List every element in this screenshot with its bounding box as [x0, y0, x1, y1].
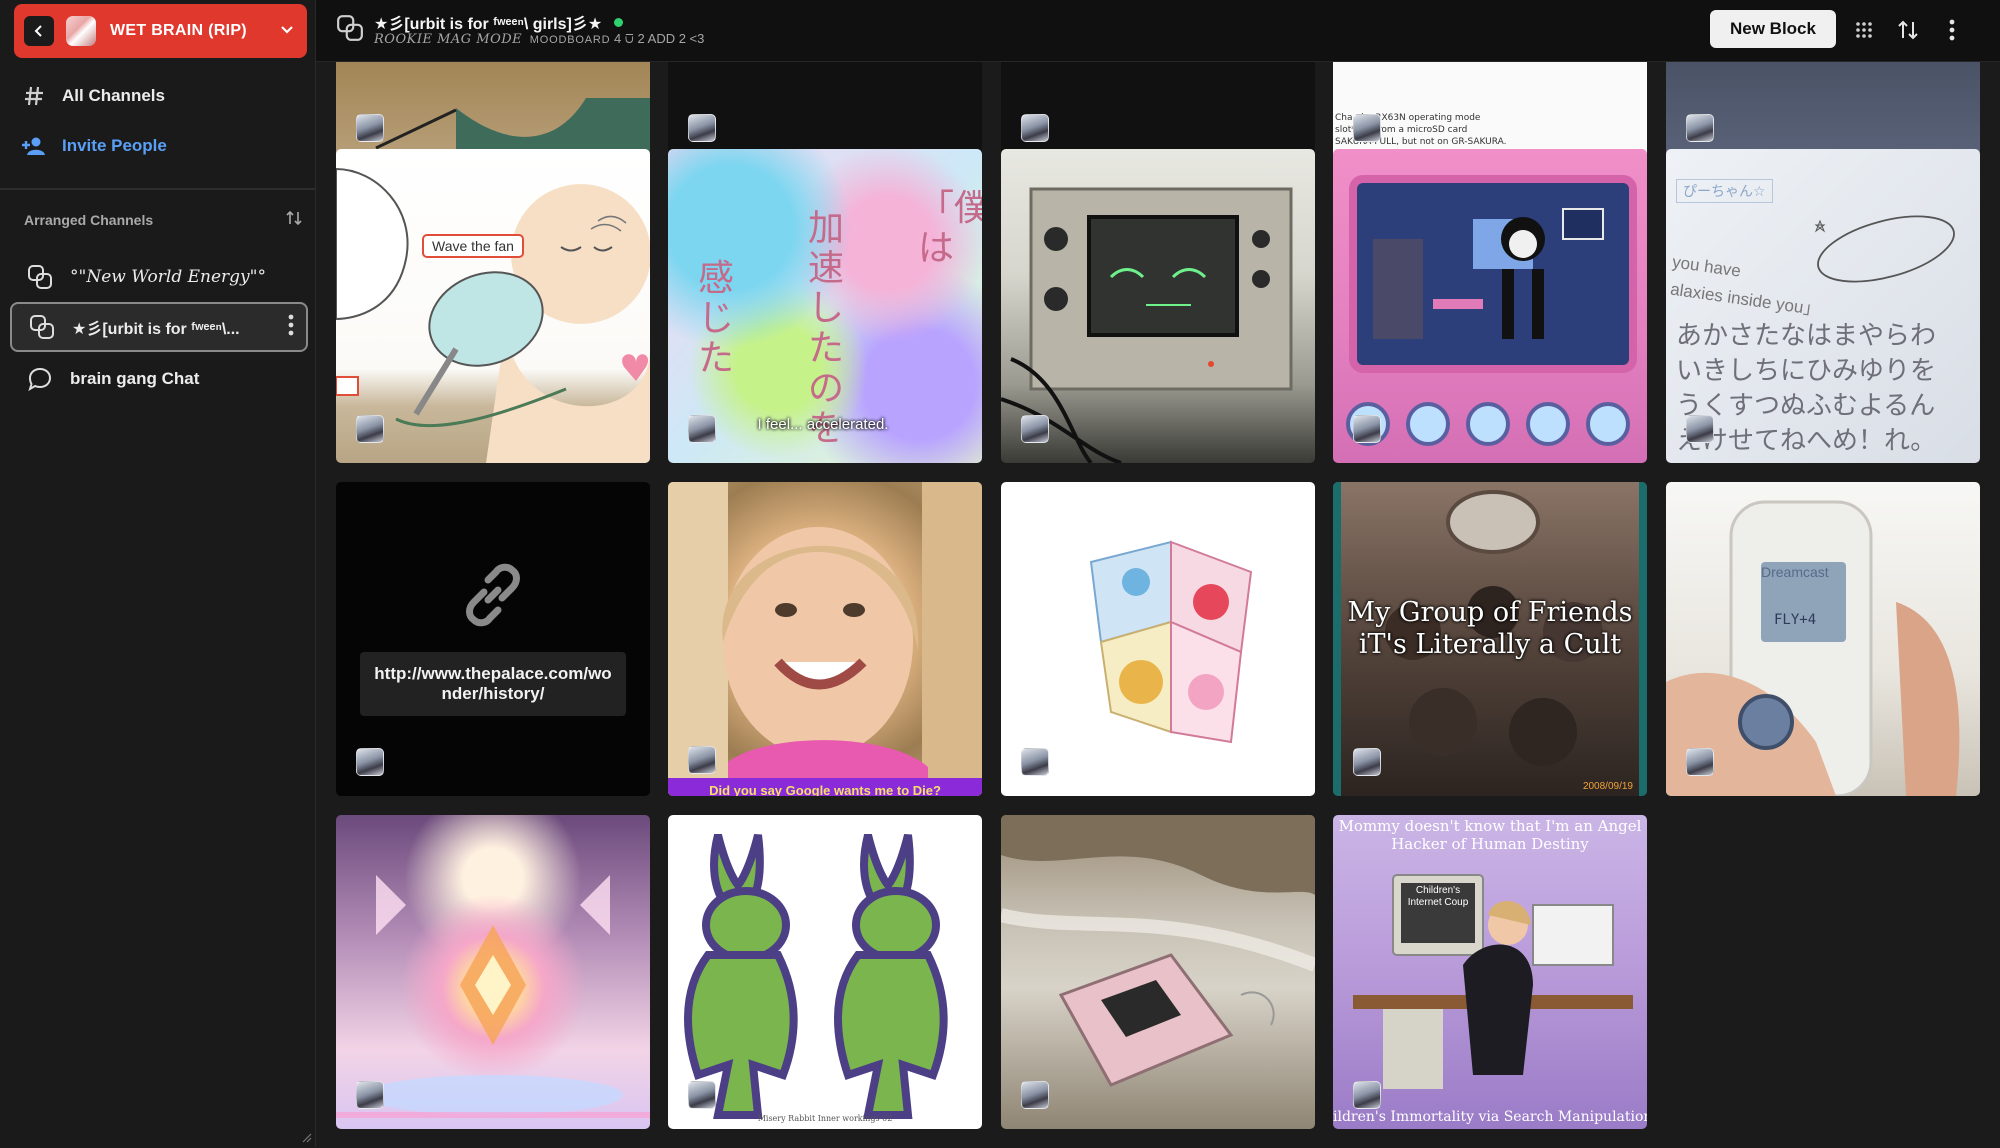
channel-header: ★彡[urbit is for ᶠʷᵉᵉⁿ\ girls]彡★ ROOKIE M… [316, 0, 2000, 62]
author-avatar [688, 746, 716, 774]
author-avatar [356, 748, 384, 776]
channel-icon [26, 263, 54, 291]
image-caption: Misery Rabbit Inner workings 02 [757, 1114, 893, 1123]
author-avatar [1021, 114, 1049, 142]
jp-vertical-text: 感じた [698, 258, 735, 379]
channel-subtitle: ROOKIE MAG MODE MOODBOARD 4 ⩂ 2 ADD 2 <3 [374, 31, 704, 47]
cult-date: 2008/09/19 [1582, 781, 1633, 792]
block-image-oscilloscope[interactable] [1001, 149, 1315, 463]
all-channels-label: All Channels [62, 86, 165, 105]
author-avatar [1353, 114, 1381, 142]
channel-label: ★彡[urbit is for ᶠʷᵉᵉⁿ\... [72, 321, 240, 338]
author-avatar [688, 114, 716, 142]
add-user-icon [20, 132, 48, 160]
channel-item-urbit[interactable]: ★彡[urbit is for ᶠʷᵉᵉⁿ\... [10, 302, 308, 352]
all-channels-link[interactable]: All Channels [20, 78, 300, 114]
fan-label: Wave the fan [422, 234, 524, 258]
channel-type: MOODBOARD [529, 34, 611, 46]
hash-icon [20, 82, 48, 110]
svg-text:えけせてねへめ！れ。: えけせてねへめ！れ。 [1676, 426, 1936, 456]
link-icon [460, 562, 526, 633]
more-vertical-icon[interactable] [288, 314, 294, 341]
online-indicator [614, 17, 624, 27]
author-avatar [688, 415, 716, 443]
author-avatar [1686, 748, 1714, 776]
block-image[interactable]: Cha...he RX63N operating mode slot* ...s… [1333, 62, 1647, 162]
block-image-accelerated[interactable]: 「僕は 加速したのを 感じた I feel... accelerated. [668, 149, 982, 463]
chat-icon [26, 365, 54, 393]
grid-view-icon[interactable] [1850, 16, 1878, 44]
arranged-channels-title: Arranged Channels [24, 211, 154, 228]
link-url: http://www.thepalace.com/wonder/history/ [360, 652, 626, 716]
block-image[interactable] [336, 62, 650, 162]
svg-text:うくすつぬふむよるん: うくすつぬふむよるん [1676, 391, 1935, 421]
channel-label: brain gang Chat [70, 369, 200, 388]
author-avatar [1021, 415, 1049, 443]
author-avatar [688, 1081, 716, 1109]
channel-icon [336, 14, 364, 47]
back-icon[interactable] [24, 16, 54, 46]
block-image-rabbits[interactable]: Misery Rabbit Inner workings 02 [668, 815, 982, 1129]
block-image-toy[interactable] [1333, 149, 1647, 463]
sidebar: WET BRAIN (RIP) All Channels Invite Peop… [0, 0, 316, 1147]
author-avatar [1021, 748, 1049, 776]
block-image-fan[interactable]: Wave the fan [336, 149, 650, 463]
author-avatar [1021, 1081, 1049, 1109]
svg-text:あかさたなはまやらわ: あかさたなはまやらわ [1676, 321, 1936, 351]
block-image-keypad[interactable]: ぴーちゃん☆ you have alaxies inside you」 あかさた… [1666, 149, 1980, 463]
jp-vertical-text: 加速したのを [808, 208, 845, 449]
block-text-line: slot* ...s from a microSD card [1335, 125, 1468, 135]
sort-icon[interactable] [1894, 16, 1922, 44]
block-image[interactable] [1001, 62, 1315, 162]
author-avatar [1353, 1081, 1381, 1109]
arranged-channels-header: Arranged Channels [24, 210, 302, 229]
block-image-phone-beach[interactable] [1001, 815, 1315, 1129]
new-block-button[interactable]: New Block [1710, 10, 1836, 48]
svg-text:いきしちにひみゆりを: いきしちにひみゆりを [1676, 356, 1936, 386]
block-text-line: SAKURA-FULL, but not on GR-SAKURA. [1335, 137, 1507, 147]
block-text-line: Cha...he RX63N operating mode [1335, 113, 1481, 123]
block-image-psychedelic[interactable] [336, 815, 650, 1129]
block-image-cult[interactable]: My Group of Friends iT's Literally a Cul… [1333, 482, 1647, 796]
team-avatar [66, 16, 96, 46]
channel-counts: 4 ⩂ 2 ADD 2 <3 [613, 31, 705, 46]
resize-handle-icon[interactable] [302, 1130, 312, 1148]
sort-icon[interactable] [286, 210, 302, 229]
channel-icon [28, 313, 56, 341]
jp-vertical-text: 「僕は [918, 188, 982, 269]
team-name: WET BRAIN (RIP) [110, 22, 247, 39]
channel-label: °"New World Energy"° [70, 267, 266, 287]
channel-item-new-world-energy[interactable]: °"New World Energy"° [10, 252, 308, 302]
author-avatar [356, 114, 384, 142]
author-avatar [1353, 415, 1381, 443]
image-caption: I feel... accelerated. [757, 416, 889, 433]
author-avatar [1686, 415, 1714, 443]
block-image-dreamcast[interactable]: Dreamcast FLY+4 [1666, 482, 1980, 796]
author-avatar [1353, 748, 1381, 776]
angel-monitor-text: Children's Internet Coup [1407, 885, 1469, 908]
channel-item-brain-gang-chat[interactable]: brain gang Chat [10, 354, 308, 404]
dreamcast-screen: FLY+4 [1774, 612, 1817, 628]
team-switcher[interactable]: WET BRAIN (RIP) [14, 4, 307, 58]
sidebar-divider [0, 188, 316, 190]
chevron-down-icon[interactable] [279, 21, 295, 42]
more-vertical-icon[interactable] [1938, 16, 1966, 44]
block-link[interactable]: http://www.thepalace.com/wonder/history/ [336, 482, 650, 796]
image-caption: Did you say Google wants me to Die? [709, 783, 941, 796]
block-image[interactable] [1666, 62, 1980, 162]
author-avatar [1686, 114, 1714, 142]
block-image[interactable] [668, 62, 982, 162]
angel-caption-bottom: ildren's Immortality via Search Manipula… [1333, 1109, 1647, 1125]
author-avatar [356, 415, 384, 443]
block-grid: Cha...he RX63N operating mode slot* ...s… [316, 62, 2000, 1147]
cult-caption: My Group of Friends iT's Literally a Cul… [1347, 597, 1633, 660]
invite-people-label: Invite People [62, 136, 167, 155]
block-image-fortune-teller[interactable] [1001, 482, 1315, 796]
block-image-girl[interactable]: Did you say Google wants me to Die? [668, 482, 982, 796]
block-image-angel-hacker[interactable]: Mommy doesn't know that I'm an Angel Hac… [1333, 815, 1647, 1129]
channel-mode: ROOKIE MAG MODE [374, 32, 523, 47]
invite-people-link[interactable]: Invite People [20, 128, 300, 164]
author-avatar [356, 1081, 384, 1109]
dreamcast-brand: Dreamcast [1761, 564, 1829, 580]
